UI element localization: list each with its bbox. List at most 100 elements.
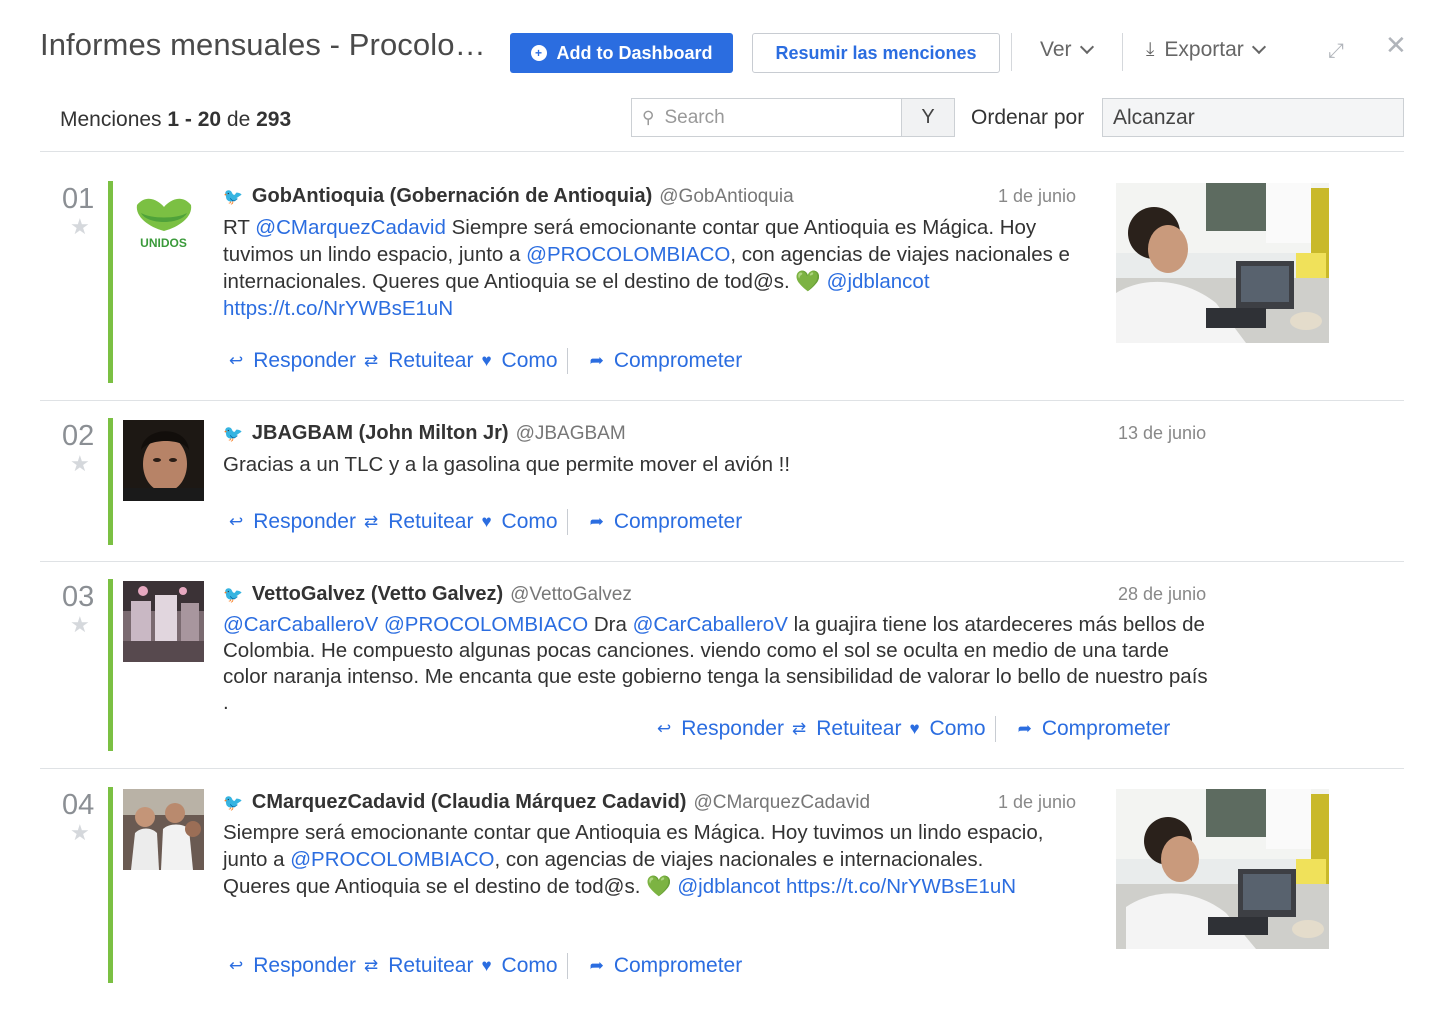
retweet-icon: ⇄ bbox=[363, 512, 379, 531]
like-button[interactable]: Como bbox=[502, 510, 558, 534]
like-button[interactable]: Como bbox=[930, 717, 986, 741]
reply-icon: ↩ bbox=[229, 351, 244, 370]
mention-text: @CarCaballeroV @PROCOLOMBIACO Dra @CarCa… bbox=[223, 612, 1208, 716]
engage-button[interactable]: Comprometer bbox=[614, 349, 742, 373]
green-heart-icon: 💚 bbox=[646, 875, 672, 898]
retweet-icon: ⇄ bbox=[791, 719, 807, 738]
chevron-down-icon bbox=[1251, 39, 1266, 55]
share-arrow-icon: ➦ bbox=[589, 351, 604, 370]
mention-text-segment: Dra bbox=[588, 613, 633, 636]
author-name[interactable]: JBAGBAM (John Milton Jr) bbox=[252, 422, 509, 445]
mention-number: 04 bbox=[62, 789, 95, 821]
avatar[interactable] bbox=[123, 581, 204, 662]
retweet-button[interactable]: Retuitear bbox=[388, 349, 473, 373]
star-icon[interactable]: ★ bbox=[70, 214, 90, 240]
avatar[interactable] bbox=[123, 420, 204, 501]
mention-actions: ↩ Responder ⇄ Retuitear ♥ Como ➦ Comprometer bbox=[229, 509, 742, 535]
twitter-icon: 🐦 bbox=[223, 586, 243, 604]
mention-link[interactable]: @CarCaballeroV bbox=[633, 613, 788, 636]
author-handle[interactable]: @JBAGBAM bbox=[516, 423, 626, 445]
author-name[interactable]: GobAntioquia (Gobernación de Antioquia) bbox=[252, 185, 652, 208]
mention-link[interactable]: @jdblancot bbox=[677, 875, 780, 898]
mention-link[interactable]: @CarCaballeroV bbox=[223, 613, 378, 636]
search-icon: ⚲ bbox=[642, 107, 655, 127]
mention-link[interactable]: @CMarquezCadavid bbox=[255, 216, 446, 239]
chevron-down-icon bbox=[1079, 39, 1094, 55]
divider bbox=[1122, 33, 1123, 71]
reply-icon: ↩ bbox=[657, 719, 672, 738]
view-label: Ver bbox=[1040, 38, 1072, 61]
search-input[interactable] bbox=[664, 106, 885, 129]
author-handle[interactable]: @VettoGalvez bbox=[510, 584, 632, 606]
sort-label: Ordenar por bbox=[971, 106, 1085, 129]
mention-meta: 🐦 VettoGalvez (Vetto Galvez) @VettoGalve… bbox=[223, 583, 632, 606]
page-title: Informes mensuales - Procolo… bbox=[40, 27, 486, 62]
reply-button[interactable]: Responder bbox=[253, 349, 356, 373]
mention-date: 28 de junio bbox=[1118, 584, 1207, 604]
retweet-button[interactable]: Retuitear bbox=[388, 510, 473, 534]
heart-icon: ♥ bbox=[481, 956, 492, 975]
divider bbox=[994, 716, 996, 742]
sentiment-bar bbox=[108, 579, 113, 751]
mention-link[interactable]: @PROCOLOMBIACO bbox=[384, 613, 588, 636]
like-button[interactable]: Como bbox=[502, 954, 558, 978]
avatar-text: UNIDOS bbox=[140, 236, 187, 250]
mention-text: RT @CMarquezCadavid Siempre será emocion… bbox=[223, 214, 1093, 322]
mention-link[interactable]: https://t.co/NrYWBsE1uN bbox=[786, 875, 1016, 898]
avatar[interactable] bbox=[123, 789, 204, 870]
retweet-icon: ⇄ bbox=[363, 351, 379, 370]
reply-button[interactable]: Responder bbox=[253, 510, 356, 534]
mention-link[interactable]: @PROCOLOMBIACO bbox=[526, 243, 730, 266]
reply-button[interactable]: Responder bbox=[253, 954, 356, 978]
mention-link[interactable]: @PROCOLOMBIACO bbox=[290, 848, 494, 871]
reply-button[interactable]: Responder bbox=[681, 717, 784, 741]
y-button[interactable]: Y bbox=[901, 98, 955, 137]
search-box: ⚲ bbox=[631, 98, 902, 137]
mention-number: 02 bbox=[62, 420, 95, 452]
author-handle[interactable]: @GobAntioquia bbox=[659, 186, 793, 208]
divider bbox=[40, 400, 1404, 401]
avatar[interactable]: UNIDOS bbox=[123, 183, 204, 264]
add-to-dashboard-button[interactable]: + Add to Dashboard bbox=[510, 33, 733, 73]
count-prefix: Menciones bbox=[60, 108, 168, 131]
summarize-mentions-button[interactable]: Resumir las menciones bbox=[752, 33, 1000, 73]
attached-image[interactable] bbox=[1116, 789, 1329, 949]
mention-text: Gracias a un TLC y a la gasolina que per… bbox=[223, 451, 1203, 478]
twitter-icon: 🐦 bbox=[223, 188, 243, 206]
star-icon[interactable]: ★ bbox=[70, 451, 90, 477]
export-dropdown[interactable]: ⤓ Exportar bbox=[1146, 38, 1266, 62]
share-arrow-icon: ➦ bbox=[1017, 719, 1032, 738]
mention-link[interactable]: https://t.co/NrYWBsE1uN bbox=[223, 297, 453, 320]
star-icon[interactable]: ★ bbox=[70, 612, 90, 638]
retweet-icon: ⇄ bbox=[363, 956, 379, 975]
sort-select[interactable]: Alcanzar bbox=[1102, 98, 1404, 137]
close-icon[interactable]: ✕ bbox=[1385, 30, 1407, 61]
dialog-header: Informes mensuales - Procolo… + Add to D… bbox=[0, 0, 1444, 90]
mention-text-segment: RT bbox=[223, 216, 256, 239]
green-heart-icon: 💚 bbox=[795, 270, 821, 293]
count-range: 1 - 20 bbox=[167, 108, 222, 131]
share-arrow-icon: ➦ bbox=[589, 512, 604, 531]
retweet-button[interactable]: Retuitear bbox=[388, 954, 473, 978]
attached-image[interactable] bbox=[1116, 183, 1329, 343]
retweet-button[interactable]: Retuitear bbox=[816, 717, 901, 741]
engage-button[interactable]: Comprometer bbox=[614, 510, 742, 534]
divider bbox=[40, 768, 1404, 769]
engage-button[interactable]: Comprometer bbox=[614, 954, 742, 978]
mention-link[interactable]: @jdblancot bbox=[827, 270, 930, 293]
engage-button[interactable]: Comprometer bbox=[1042, 717, 1170, 741]
mention-text: Siempre será emocionante contar que Anti… bbox=[223, 819, 1053, 900]
view-dropdown[interactable]: Ver bbox=[1040, 38, 1094, 62]
author-handle[interactable]: @CMarquezCadavid bbox=[693, 792, 870, 814]
author-name[interactable]: VettoGalvez (Vetto Galvez) bbox=[252, 583, 503, 606]
expand-icon[interactable]: ⤢ bbox=[1328, 40, 1344, 63]
divider bbox=[566, 953, 568, 979]
mention-meta: 🐦 CMarquezCadavid (Claudia Márquez Cadav… bbox=[223, 791, 870, 814]
author-name[interactable]: CMarquezCadavid (Claudia Márquez Cadavid… bbox=[252, 791, 687, 814]
star-icon[interactable]: ★ bbox=[70, 820, 90, 846]
like-button[interactable]: Como bbox=[502, 349, 558, 373]
export-label: Exportar bbox=[1164, 38, 1244, 61]
twitter-icon: 🐦 bbox=[223, 425, 243, 443]
plus-circle-icon: + bbox=[530, 45, 547, 61]
mention-actions: ↩ Responder ⇄ Retuitear ♥ Como ➦ Comprometer bbox=[657, 716, 1170, 742]
